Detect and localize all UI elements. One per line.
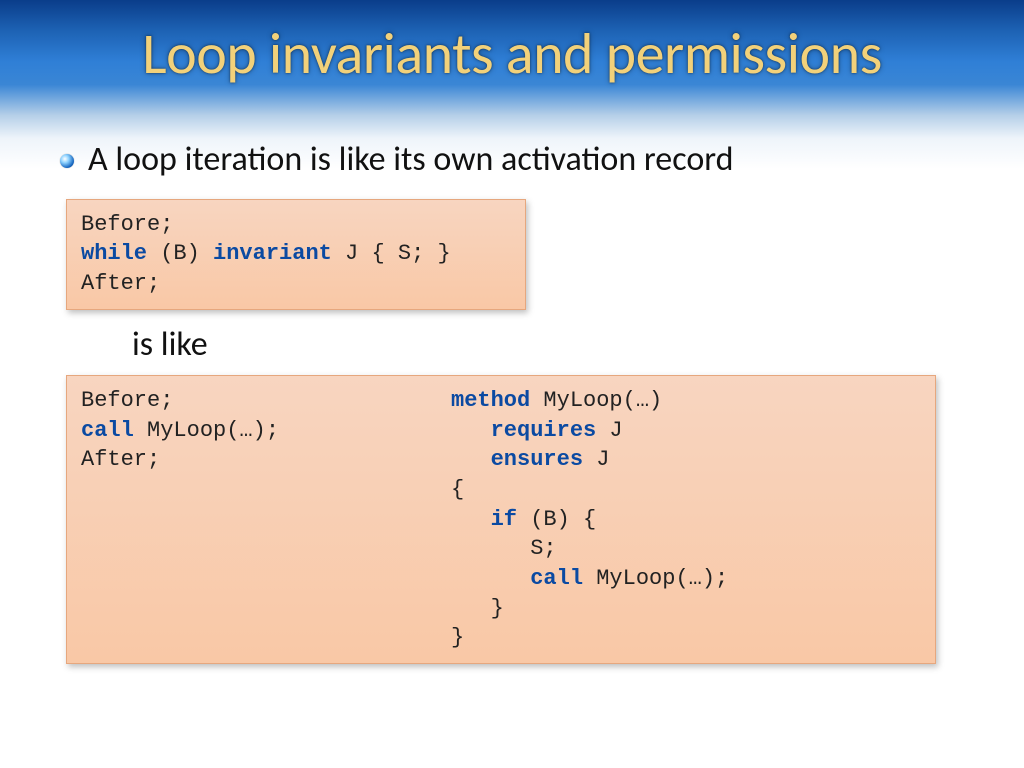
kw-ensures: ensures — [491, 447, 583, 472]
code-text: J — [596, 418, 622, 443]
code-line: { — [451, 477, 464, 502]
code-line: } — [451, 625, 464, 650]
bullet-row: A loop iteration is like its own activat… — [60, 140, 984, 181]
bullet-text: A loop iteration is like its own activat… — [88, 140, 734, 181]
bullet-icon — [60, 154, 74, 168]
code-col-right: method MyLoop(…) requires J ensures J { … — [451, 386, 728, 653]
code-text: (B) — [147, 241, 213, 266]
is-like-label: is like — [132, 324, 984, 365]
code-text: MyLoop(…); — [134, 418, 279, 443]
kw-requires: requires — [491, 418, 597, 443]
code-line: } — [451, 596, 504, 621]
code-line: Before; — [81, 388, 173, 413]
slide-body: A loop iteration is like its own activat… — [60, 140, 984, 664]
slide: Loop invariants and permissions A loop i… — [0, 0, 1024, 768]
code-text — [451, 447, 491, 472]
kw-if: if — [491, 507, 517, 532]
kw-method: method — [451, 388, 530, 413]
code-line: After; — [81, 271, 160, 296]
kw-invariant: invariant — [213, 241, 332, 266]
code-text — [451, 418, 491, 443]
code-col-left: Before; call MyLoop(…); After; — [81, 386, 451, 653]
kw-while: while — [81, 241, 147, 266]
kw-call: call — [530, 566, 583, 591]
code-text: J — [583, 447, 609, 472]
code-box-loop: Before; while (B) invariant J { S; } Aft… — [66, 199, 526, 310]
code-line: After; — [81, 447, 160, 472]
kw-call: call — [81, 418, 134, 443]
code-text — [451, 507, 491, 532]
code-text — [451, 566, 530, 591]
code-line: Before; — [81, 212, 173, 237]
code-box-expanded: Before; call MyLoop(…); After; method My… — [66, 375, 936, 664]
code-line: S; — [451, 536, 557, 561]
slide-title: Loop invariants and permissions — [0, 18, 1024, 89]
code-text: MyLoop(…) — [530, 388, 662, 413]
code-text: (B) { — [517, 507, 596, 532]
code-text: J { S; } — [332, 241, 451, 266]
code-text: MyLoop(…); — [583, 566, 728, 591]
